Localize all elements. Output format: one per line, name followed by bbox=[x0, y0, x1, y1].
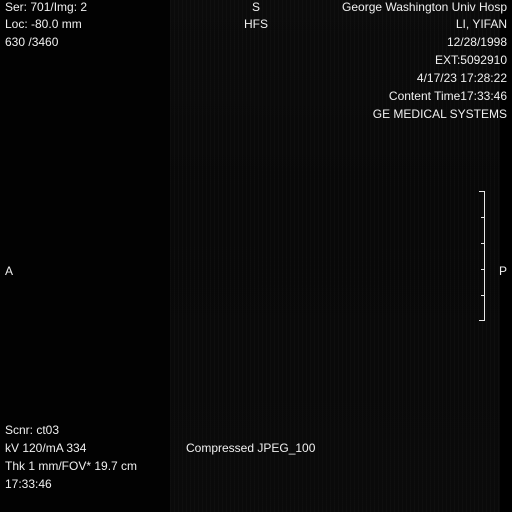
content-time-label: Content Time17:33:46 bbox=[388, 89, 507, 103]
ruler-tick bbox=[481, 243, 485, 244]
orientation-top-label: S bbox=[251, 0, 260, 14]
window-level-label: 630 /3460 bbox=[5, 35, 59, 49]
dob-label: 12/28/1998 bbox=[446, 35, 507, 49]
manufacturer-label: GE MEDICAL SYSTEMS bbox=[372, 107, 507, 121]
ruler-spine bbox=[484, 191, 485, 321]
orientation-left-label: A bbox=[5, 264, 14, 278]
scanner-label: Scnr: ct03 bbox=[5, 423, 60, 437]
patient-name-label: LI, YIFAN bbox=[455, 17, 507, 31]
ruler-tick bbox=[479, 320, 485, 321]
ruler-tick bbox=[481, 217, 485, 218]
acquisition-datetime-label: 4/17/23 17:28:22 bbox=[416, 71, 507, 85]
orientation-right-label: P bbox=[499, 264, 508, 278]
ruler-tick bbox=[481, 269, 485, 270]
kv-ma-label: kV 120/mA 334 bbox=[5, 441, 87, 455]
location-label: Loc: -80.0 mm bbox=[5, 17, 82, 31]
time-label: 17:33:46 bbox=[5, 477, 52, 491]
scale-ruler-icon bbox=[479, 191, 485, 321]
dicom-viewport[interactable]: Ser: 701/Img: 2 Loc: -80.0 mm 630 /3460 … bbox=[0, 0, 512, 512]
patient-id-label: EXT:5092910 bbox=[434, 53, 507, 67]
series-image-label: Ser: 701/Img: 2 bbox=[5, 0, 88, 14]
institution-label: George Washington Univ Hosp bbox=[342, 0, 507, 14]
thickness-fov-label: Thk 1 mm/FOV* 19.7 cm bbox=[5, 459, 138, 473]
compression-label: Compressed JPEG_100 bbox=[186, 441, 316, 455]
patient-position-label: HFS bbox=[244, 17, 268, 31]
ruler-tick bbox=[481, 295, 485, 296]
ruler-tick bbox=[479, 191, 485, 192]
